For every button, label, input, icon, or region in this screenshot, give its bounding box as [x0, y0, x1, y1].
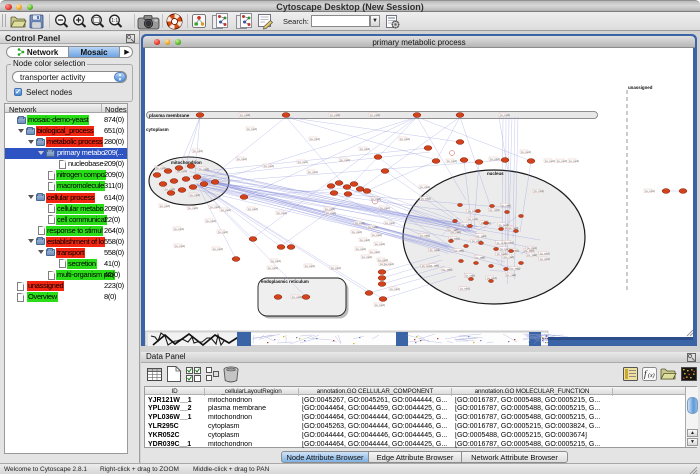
svg-text:(o, red): (o, red)	[540, 257, 550, 261]
svg-text:(o, red): (o, red)	[218, 230, 228, 234]
svg-text:(o, red): (o, red)	[375, 303, 385, 307]
svg-text:cytoplasm: cytoplasm	[146, 127, 169, 132]
svg-text:(o, red): (o, red)	[510, 267, 520, 271]
svg-text:(o, red): (o, red)	[504, 240, 514, 244]
svg-text:(o, red): (o, red)	[429, 264, 439, 268]
svg-text:(o, red): (o, red)	[355, 221, 365, 225]
svg-text:(o, red): (o, red)	[221, 208, 231, 212]
svg-text:(o, red): (o, red)	[442, 267, 452, 271]
svg-text:(o, red): (o, red)	[375, 242, 385, 246]
svg-text:(o, red): (o, red)	[497, 252, 507, 256]
svg-text:(o, red): (o, red)	[421, 197, 431, 201]
svg-text:(o, red): (o, red)	[206, 219, 216, 223]
svg-text:(o, red): (o, red)	[193, 149, 203, 153]
svg-text:(o, red): (o, red)	[292, 295, 302, 299]
svg-text:(x): (x)	[648, 372, 655, 379]
svg-text:(o, red): (o, red)	[248, 207, 258, 211]
svg-text:(o, red): (o, red)	[368, 225, 378, 229]
svg-text:(o, red): (o, red)	[190, 193, 200, 197]
svg-text:(o, red): (o, red)	[247, 127, 257, 131]
svg-text:(o, red): (o, red)	[527, 253, 537, 257]
svg-text:(o, red): (o, red)	[330, 113, 340, 117]
svg-text:mitochondrion: mitochondrion	[171, 160, 202, 165]
svg-text:(o, red): (o, red)	[501, 203, 511, 207]
svg-text:(o, red): (o, red)	[362, 255, 372, 259]
svg-text:(o, red): (o, red)	[264, 164, 274, 168]
svg-text:(o, red): (o, red)	[175, 244, 185, 248]
svg-text:(o, red): (o, red)	[447, 159, 457, 163]
svg-text:(o, red): (o, red)	[557, 159, 567, 163]
svg-text:(o, red): (o, red)	[298, 160, 308, 164]
svg-text:endoplasmic reticulum: endoplasmic reticulum	[261, 279, 309, 284]
svg-text:(o, red): (o, red)	[352, 230, 362, 234]
svg-text:(o, red): (o, red)	[371, 197, 381, 201]
svg-text:(o, red): (o, red)	[468, 217, 478, 221]
svg-text:(o, red): (o, red)	[460, 287, 470, 291]
svg-text:(o, red): (o, red)	[390, 287, 400, 291]
svg-text:(o, red): (o, red)	[237, 157, 247, 161]
svg-text:(o, red): (o, red)	[400, 137, 410, 141]
svg-text:(o, red): (o, red)	[500, 113, 510, 117]
svg-text:(o, red): (o, red)	[210, 205, 220, 209]
svg-text:1:1: 1:1	[111, 18, 118, 24]
svg-text:(o, red): (o, red)	[370, 250, 380, 254]
svg-text:(o, red): (o, red)	[569, 159, 579, 163]
svg-text:(o, red): (o, red)	[370, 113, 380, 117]
svg-text:(o, red): (o, red)	[534, 189, 544, 193]
svg-text:(o, red): (o, red)	[420, 234, 430, 238]
svg-text:(o, red): (o, red)	[540, 251, 550, 255]
svg-text:(o, red): (o, red)	[360, 238, 370, 242]
svg-text:(o, red): (o, red)	[372, 233, 382, 237]
svg-text:(o, red): (o, red)	[240, 113, 250, 117]
svg-text:(o, red): (o, red)	[420, 185, 430, 189]
svg-text:(o, red): (o, red)	[213, 247, 223, 251]
svg-text:(o, red): (o, red)	[277, 211, 287, 215]
svg-text:(o, red): (o, red)	[545, 159, 555, 163]
svg-text:(o, red): (o, red)	[490, 208, 500, 212]
svg-text:(o, red): (o, red)	[521, 150, 531, 154]
svg-text:(o, red): (o, red)	[199, 167, 209, 171]
svg-text:(o, red): (o, red)	[527, 246, 537, 250]
svg-text:(o, red): (o, red)	[174, 227, 184, 231]
svg-text:(o, red): (o, red)	[188, 206, 198, 210]
svg-text:unassigned: unassigned	[628, 85, 653, 90]
svg-text:(o, red): (o, red)	[430, 248, 440, 252]
svg-text:(o, red): (o, red)	[454, 248, 464, 252]
svg-text:(o, red): (o, red)	[360, 147, 370, 151]
svg-text:(o, red): (o, red)	[331, 266, 341, 270]
svg-text:(o, red): (o, red)	[271, 259, 281, 263]
svg-text:(o, red): (o, red)	[490, 157, 500, 161]
svg-text:(o, red): (o, red)	[645, 189, 655, 193]
svg-text:(o, red): (o, red)	[448, 228, 458, 232]
svg-text:(o, red): (o, red)	[356, 247, 366, 251]
svg-text:(o, red): (o, red)	[475, 255, 485, 259]
svg-text:(o, red): (o, red)	[310, 137, 320, 141]
svg-text:(o, red): (o, red)	[385, 221, 395, 225]
svg-text:(o, red): (o, red)	[499, 223, 509, 227]
svg-text:(o, red): (o, red)	[465, 274, 475, 278]
svg-text:(o, red): (o, red)	[308, 170, 318, 174]
svg-text:(o, red): (o, red)	[384, 262, 394, 266]
svg-text:(o, red): (o, red)	[476, 234, 486, 238]
svg-text:plasma membrane: plasma membrane	[149, 113, 190, 118]
svg-text:(o, red): (o, red)	[340, 158, 350, 162]
svg-text:(o, red): (o, red)	[268, 266, 278, 270]
svg-text:nucleus: nucleus	[487, 171, 504, 176]
svg-text:(o, red): (o, red)	[326, 211, 336, 215]
svg-text:(o, red): (o, red)	[305, 264, 315, 268]
svg-text:(o, red): (o, red)	[160, 204, 170, 208]
svg-text:(o, red): (o, red)	[506, 273, 516, 277]
svg-text:(o, red): (o, red)	[380, 206, 390, 210]
